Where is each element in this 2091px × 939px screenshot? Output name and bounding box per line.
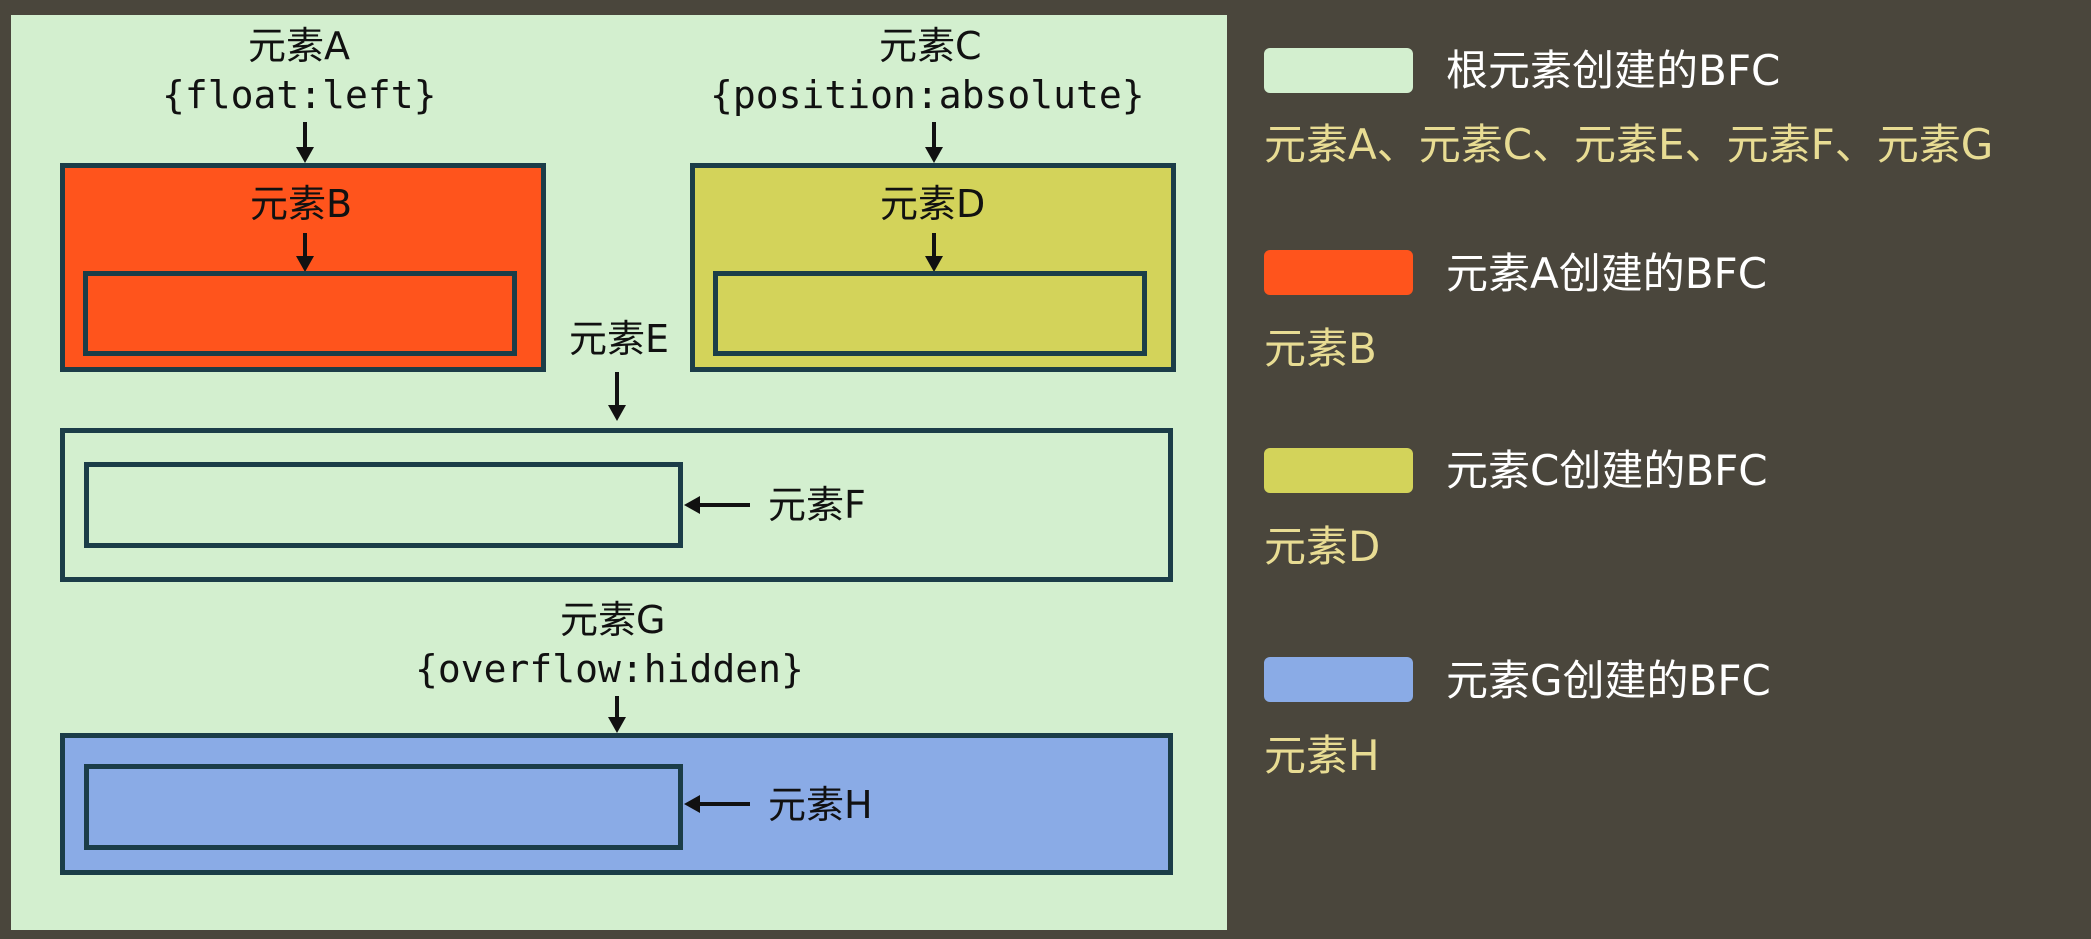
arrow-d-shaft [932,233,936,257]
legend-title-g: 元素G创建的BFC [1446,656,1771,705]
legend-items-c: 元素D [1264,522,1381,571]
legend-title-c: 元素C创建的BFC [1446,446,1768,495]
arrow-f-shaft [698,503,750,507]
element-g-style: {overflow:hidden} [415,647,804,691]
legend-swatch-root [1264,48,1413,93]
element-g-label: 元素G [560,598,666,642]
arrow-e-head [608,405,626,421]
arrow-b-shaft [303,233,307,257]
element-b-label: 元素B [250,182,353,226]
arrow-g-shaft [615,696,619,718]
element-d-label: 元素D [880,182,986,226]
legend-swatch-c [1264,448,1413,493]
element-f-label: 元素F [768,483,866,527]
element-c-style: {position:absolute} [710,73,1145,117]
legend-items-a: 元素B [1264,324,1377,373]
arrow-b-head [296,256,314,272]
element-c-label: 元素C [879,24,982,68]
element-a-style: {float:left} [162,73,437,117]
arrow-d-head [925,256,943,272]
arrow-a-head [296,147,314,163]
legend-items-g: 元素H [1264,731,1380,780]
element-b-box [83,271,517,356]
legend-title-root: 根元素创建的BFC [1446,46,1781,95]
element-d-box [713,271,1147,356]
element-h-label: 元素H [768,783,873,827]
element-e-label: 元素E [569,317,670,361]
legend-items-root: 元素A、元素C、元素E、元素F、元素G [1264,120,1994,169]
legend-title-a: 元素A创建的BFC [1446,249,1768,298]
element-a-label: 元素A [248,24,350,68]
legend-swatch-a [1264,250,1413,295]
arrow-c-head [925,147,943,163]
arrow-g-head [608,717,626,733]
arrow-c-shaft [932,122,936,148]
element-h-box [84,764,683,850]
element-f-box [84,462,683,548]
arrow-e-shaft [615,372,619,406]
arrow-h-shaft [698,802,750,806]
legend-swatch-g [1264,657,1413,702]
arrow-a-shaft [303,122,307,148]
